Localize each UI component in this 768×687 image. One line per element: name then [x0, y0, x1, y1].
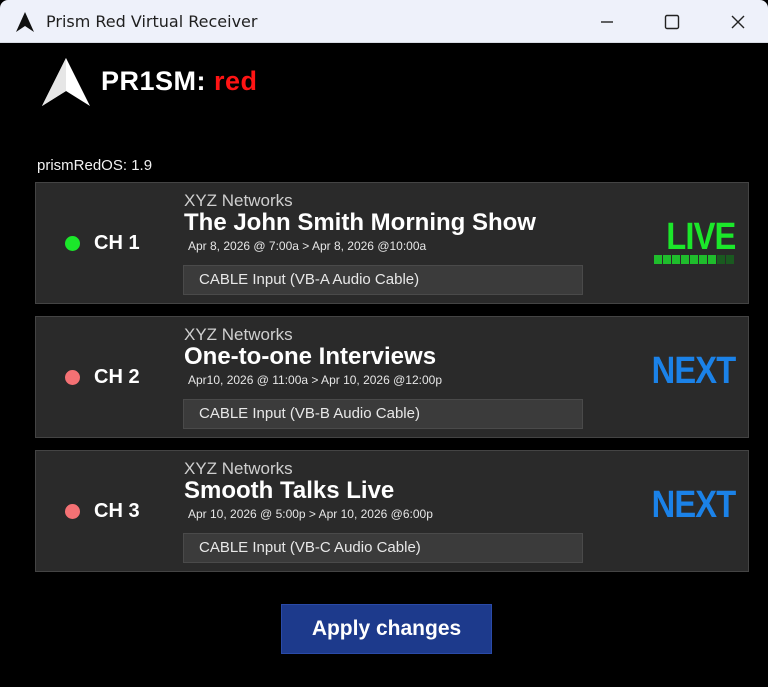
meter-segment: [672, 255, 680, 264]
show-title: The John Smith Morning Show: [184, 209, 536, 236]
network-name: XYZ Networks: [184, 459, 293, 478]
close-icon: [731, 15, 745, 29]
status-dot-inactive: [65, 370, 80, 385]
meter-segment: [699, 255, 707, 264]
meter-segment: [663, 255, 671, 264]
audio-input-select[interactable]: CABLE Input (VB-A Audio Cable): [183, 265, 583, 295]
prism-logo-icon: [42, 58, 90, 106]
meter-segment: [690, 255, 698, 264]
channel-label: CH 1: [94, 232, 140, 254]
meter-segment: [681, 255, 689, 264]
prism-app-icon: [16, 12, 34, 32]
status-dot-inactive: [65, 504, 80, 519]
schedule-time: Apr 8, 2026 @ 7:00a > Apr 8, 2026 @10:00…: [188, 239, 427, 253]
window-title: Prism Red Virtual Receiver: [46, 12, 258, 31]
meter-segment: [726, 255, 734, 264]
status-dot-active: [65, 236, 80, 251]
network-name: XYZ Networks: [184, 325, 293, 344]
meter-segment: [654, 255, 662, 264]
maximize-button[interactable]: [649, 8, 695, 36]
channel-label: CH 2: [94, 366, 140, 388]
meter-segment: [708, 255, 716, 264]
channel-card-1: CH 1 XYZ Networks The John Smith Morning…: [35, 182, 749, 304]
channel-card-3: CH 3 XYZ Networks Smooth Talks Live Apr …: [35, 450, 749, 572]
audio-level-meter: [654, 255, 734, 264]
minimize-button[interactable]: [584, 8, 630, 36]
brand-wordmark: PR1SM: red: [101, 66, 258, 97]
channel-label: CH 3: [94, 500, 140, 522]
next-badge: NEXT: [651, 350, 736, 392]
next-badge: NEXT: [651, 484, 736, 526]
show-title: One-to-one Interviews: [184, 343, 437, 370]
network-name: XYZ Networks: [184, 191, 293, 210]
wordmark-prism: PR1SM:: [101, 66, 207, 96]
schedule-time: Apr10, 2026 @ 11:00a > Apr 10, 2026 @12:…: [188, 373, 442, 387]
audio-input-select[interactable]: CABLE Input (VB-B Audio Cable): [183, 399, 583, 429]
wordmark-red: red: [214, 66, 258, 96]
close-button[interactable]: [715, 8, 761, 36]
schedule-time: Apr 10, 2026 @ 5:00p > Apr 10, 2026 @6:0…: [188, 507, 433, 521]
show-title: Smooth Talks Live: [184, 477, 395, 504]
audio-input-select[interactable]: CABLE Input (VB-C Audio Cable): [183, 533, 583, 563]
minimize-icon: [601, 21, 613, 23]
brand-logo: PR1SM: red: [40, 56, 257, 108]
apply-changes-button[interactable]: Apply changes: [281, 604, 492, 654]
title-bar: Prism Red Virtual Receiver: [0, 0, 768, 43]
maximize-icon: [664, 14, 680, 30]
meter-segment: [717, 255, 725, 264]
live-badge: LIVE: [665, 216, 736, 258]
os-version: prismRedOS: 1.9: [37, 157, 153, 174]
channel-card-2: CH 2 XYZ Networks One-to-one Interviews …: [35, 316, 749, 438]
